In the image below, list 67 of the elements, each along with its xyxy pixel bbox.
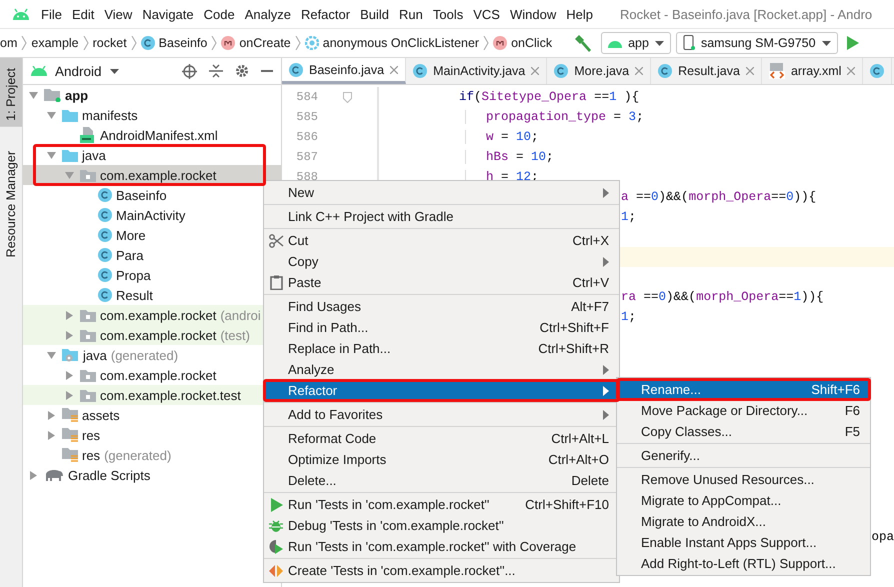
device-dropdown[interactable]: samsung SM-G9750 xyxy=(676,32,838,54)
menu-item[interactable]: Code xyxy=(198,6,240,22)
menu-item[interactable]: Navigate xyxy=(137,6,199,22)
code-line: ra ==0)&&(morph_Opera==1)){ xyxy=(621,290,824,304)
menu-item[interactable]: Copy Classes... F5 xyxy=(617,421,870,442)
editor-tab[interactable]: Baseinfo.java xyxy=(282,58,406,84)
tool-window-tab[interactable]: Resource Manager xyxy=(0,140,22,268)
menu-item[interactable]: Debug 'Tests in 'com.example.rocket'' xyxy=(264,515,619,536)
breadcrumb-item[interactable]: Baseinfo xyxy=(136,36,212,50)
tool-window-tab[interactable]: 1: Project xyxy=(0,58,22,127)
menu-item[interactable]: Generify... xyxy=(617,445,870,466)
menu-item[interactable]: Remove Unused Resources... xyxy=(617,469,870,490)
tree-item-note: (androi xyxy=(220,308,261,322)
module-dropdown[interactable]: app xyxy=(601,32,671,54)
code-line: propagation_type = 3; xyxy=(465,110,644,124)
menu-item[interactable]: Tools xyxy=(428,6,468,22)
menu-item[interactable]: Move Package or Directory... F6 xyxy=(617,400,870,421)
breadcrumb-item[interactable]: rocket xyxy=(88,36,131,50)
menu-item[interactable]: Run xyxy=(394,6,428,22)
menu-item[interactable]: Link C++ Project with Gradle xyxy=(264,206,619,227)
line-number: 588 xyxy=(295,170,318,184)
menu-item[interactable]: Edit xyxy=(66,6,100,22)
menu-item[interactable]: Enable Instant Apps Support... xyxy=(617,532,870,553)
window-title: Rocket - Baseinfo.java [Rocket.app] - Andro xyxy=(620,6,872,22)
code-line: 1; xyxy=(621,210,636,224)
tree-item-note: (generated) xyxy=(104,448,172,462)
editor-tab[interactable]: array.xml xyxy=(762,58,864,84)
menu-item[interactable]: View xyxy=(99,6,138,22)
code-line: opa xyxy=(871,530,894,544)
menu-item[interactable]: VCS xyxy=(468,6,505,22)
tree-item[interactable]: AndroidManifest.xml xyxy=(23,125,281,145)
breadcrumb-item[interactable]: anonymous OnClickListener xyxy=(300,36,484,50)
breadcrumb-item[interactable]: onClick xyxy=(489,36,556,50)
menu-item[interactable]: Migrate to AndroidX... xyxy=(617,511,870,532)
tree-item[interactable]: java xyxy=(23,145,281,165)
tree-item-note: (test) xyxy=(220,328,250,342)
menu-item[interactable]: Refactor xyxy=(296,6,356,22)
line-number: 587 xyxy=(295,150,318,164)
line-number: 585 xyxy=(295,110,318,124)
menu-item[interactable]: Add Right-to-Left (RTL) Support... xyxy=(617,553,870,574)
editor-tab[interactable]: MainActivity.java xyxy=(406,58,548,84)
view-dropdown[interactable]: Android xyxy=(31,64,119,78)
code-line: 1; xyxy=(621,310,636,324)
menu-item[interactable]: Add to Favorites xyxy=(264,404,619,425)
menu-item[interactable]: Analyze xyxy=(240,6,296,22)
menu-item[interactable]: Build xyxy=(355,6,394,22)
menu-item[interactable]: Migrate to AppCompat... xyxy=(617,490,870,511)
tree-item-note: (generated) xyxy=(110,348,178,362)
menu-item[interactable]: Run 'Tests in 'com.example.rocket'' with Coverage xyxy=(264,536,619,557)
editor-tab[interactable]: Result.java xyxy=(651,58,762,84)
breadcrumb-item[interactable]: onCreate xyxy=(217,36,295,50)
line-number: 584 xyxy=(295,90,318,104)
breadcrumb-item[interactable]: om xyxy=(0,36,22,50)
menu-item[interactable]: Create 'Tests in 'com.example.rocket''... xyxy=(264,560,619,581)
code-line: if(Sitetype_Opera ==1 ){ xyxy=(459,90,640,104)
breadcrumb-item[interactable]: example xyxy=(27,36,83,50)
tree-item[interactable]: app xyxy=(23,85,281,105)
code-line: hBs = 10; xyxy=(465,150,554,164)
code-line: a ==0)&&(morph_Opera==0)){ xyxy=(621,190,816,204)
tree-item[interactable]: manifests xyxy=(23,105,281,125)
menu-item[interactable]: Window xyxy=(504,6,562,22)
menu-item[interactable]: Run 'Tests in 'com.example.rocket'' Ctrl+Shift+F10 xyxy=(264,494,619,515)
line-number: 586 xyxy=(295,130,318,144)
menu-item[interactable]: File xyxy=(36,6,67,22)
code-line: w = 10; xyxy=(465,130,539,144)
menu-item[interactable]: Help xyxy=(561,6,598,22)
editor-tab[interactable]: More.java xyxy=(547,58,652,84)
